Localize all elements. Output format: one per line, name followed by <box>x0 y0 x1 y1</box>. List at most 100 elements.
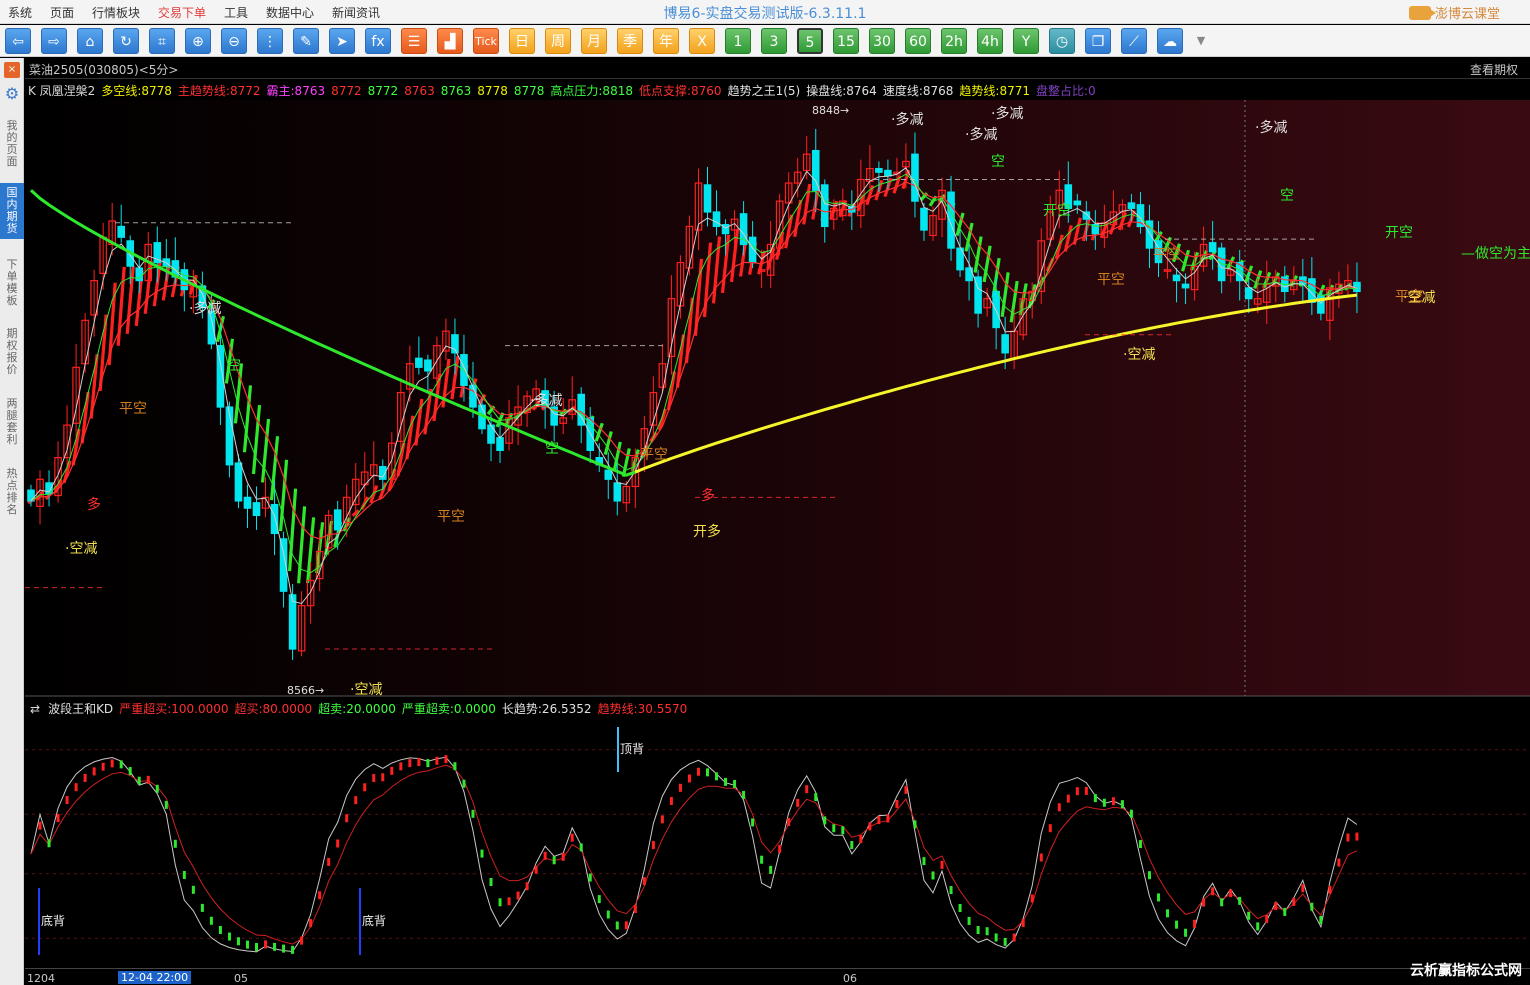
clock-icon[interactable]: ◷ <box>1049 28 1075 54</box>
menu-item-5[interactable]: 数据中心 <box>266 4 314 21</box>
kd-signal-mark <box>624 921 628 930</box>
kd-signal-mark <box>480 849 484 858</box>
sidebar-item-0[interactable]: 我的页面 <box>0 116 24 172</box>
kd-signal-mark <box>525 882 529 891</box>
kd-signal-mark <box>994 933 998 942</box>
kd-signal-mark <box>227 932 231 941</box>
fx-icon[interactable]: fx <box>365 28 391 54</box>
zoom-out-icon[interactable]: ⊖ <box>221 28 247 54</box>
period-y-icon[interactable]: Y <box>1013 28 1039 54</box>
legend-item: 超卖:20.0000 <box>318 702 396 716</box>
legend-item: 速度线:8768 <box>882 84 954 98</box>
arrow-right-icon[interactable]: ⇨ <box>41 28 67 54</box>
kd-signal-mark <box>56 814 60 823</box>
candle <box>469 384 477 408</box>
period-5-icon[interactable]: 5 <box>797 28 823 54</box>
period-30-icon[interactable]: 30 <box>869 28 895 54</box>
kd-signal-mark <box>534 865 538 874</box>
gear-icon[interactable]: ⚙ <box>3 85 21 103</box>
period-4h-icon[interactable]: 4h <box>977 28 1003 54</box>
year-icon[interactable]: 年 <box>653 28 679 54</box>
draw-line-icon[interactable]: ⟋ <box>1121 28 1147 54</box>
chart-canvas[interactable]: ·空减·多减平空空多8566→ ·空减平空·多减空 平空开多多8848→·多减·多减… <box>25 80 1530 968</box>
menu-item-0[interactable]: 系统 <box>8 4 32 21</box>
watermark: 云析赢指标公式网 <box>1410 963 1522 979</box>
candle <box>1127 202 1136 209</box>
chart-annotation: 8566→ <box>287 684 324 697</box>
menu-item-4[interactable]: 工具 <box>224 4 248 21</box>
kd-signal-mark <box>895 799 899 808</box>
kd-signal-mark <box>904 785 908 794</box>
kd-signal-mark <box>471 809 475 818</box>
cursor-icon[interactable]: ➤ <box>329 28 355 54</box>
brand-link[interactable]: 澎博云课堂 <box>1408 3 1500 22</box>
date-label: 1204 <box>27 972 55 985</box>
menu-item-2[interactable]: 行情板块 <box>92 4 140 21</box>
candle <box>1244 287 1253 300</box>
list-icon[interactable]: ☰ <box>401 28 427 54</box>
kd-signal-mark <box>363 783 367 792</box>
kd-signal-mark <box>1147 871 1151 880</box>
crop-icon[interactable]: ⌗ <box>149 28 175 54</box>
legend-item: 8763 <box>440 84 472 98</box>
candle <box>496 437 504 451</box>
view-options-link[interactable]: 查看期权 <box>1470 61 1518 78</box>
tick-icon[interactable]: Tick <box>473 28 499 54</box>
kd-signal-mark <box>588 873 592 882</box>
sidebar-item-3[interactable]: 期权报价 <box>0 324 24 380</box>
refresh-icon[interactable]: ↻ <box>113 28 139 54</box>
menu-item-3[interactable]: 交易下单 <box>158 4 206 21</box>
kd-signal-mark <box>255 943 258 952</box>
home-icon[interactable]: ⌂ <box>77 28 103 54</box>
menu-item-6[interactable]: 新闻资讯 <box>332 4 380 21</box>
zoom-in-icon[interactable]: ⊕ <box>185 28 211 54</box>
month-icon[interactable]: 月 <box>581 28 607 54</box>
period-3-icon[interactable]: 3 <box>761 28 787 54</box>
day-icon[interactable]: 日 <box>509 28 535 54</box>
formula-icon[interactable]: ⋮ <box>257 28 283 54</box>
layers-icon[interactable]: ❐ <box>1085 28 1111 54</box>
period-2h-icon[interactable]: 2h <box>941 28 967 54</box>
sidebar-item-4[interactable]: 两腿套利 <box>0 394 24 450</box>
period-15-icon[interactable]: 15 <box>833 28 859 54</box>
kd-signal-mark <box>1202 898 1206 907</box>
menu-bar: 系统 页面 行情板块 交易下单 工具 数据中心 新闻资讯 <box>0 0 1530 24</box>
pencil-icon[interactable]: ✎ <box>293 28 319 54</box>
sidebar-item-1[interactable]: 国内期货 <box>0 183 24 239</box>
kd-signal-mark <box>561 852 565 861</box>
kd-signal-mark <box>696 767 700 776</box>
chart-annotation: ·空减 <box>1403 290 1435 306</box>
dropdown-icon[interactable]: ▼ <box>1194 28 1208 54</box>
legend-item: 趋势线:30.5570 <box>597 702 688 716</box>
menu-item-1[interactable]: 页面 <box>50 4 74 21</box>
legend-item: 严重超买:100.0000 <box>119 702 229 716</box>
bar-chart-icon[interactable]: ▟ <box>437 28 463 54</box>
arrow-left-icon[interactable]: ⇦ <box>5 28 31 54</box>
cloud-upload-icon[interactable]: ☁ <box>1157 28 1183 54</box>
chart-annotation: 平空 <box>1097 272 1125 288</box>
candle <box>911 153 919 202</box>
chart-annotation: 平空 <box>1153 247 1181 263</box>
week-icon[interactable]: 周 <box>545 28 571 54</box>
candle <box>712 211 721 228</box>
kd-signal-mark <box>182 870 186 879</box>
kd-signal-mark <box>498 898 502 907</box>
kd-signal-mark <box>841 826 845 835</box>
legend-item: 主趋势线:8772 <box>177 84 261 98</box>
kd-signal-mark <box>399 762 403 771</box>
candle <box>1317 294 1325 314</box>
period-60-icon[interactable]: 60 <box>905 28 931 54</box>
season-icon[interactable]: 季 <box>617 28 643 54</box>
kd-signal-mark <box>336 839 340 848</box>
candle <box>333 509 342 531</box>
kd-signal-mark <box>1120 800 1124 809</box>
chart-annotation: 空 <box>545 441 559 457</box>
period-1-icon[interactable]: 1 <box>725 28 751 54</box>
sidebar-item-2[interactable]: 下单模板 <box>0 255 24 311</box>
x-period-icon[interactable]: X <box>689 28 715 54</box>
swap-icon[interactable]: ⇄ <box>30 702 40 716</box>
close-icon[interactable]: × <box>4 62 20 78</box>
kd-signal-mark <box>850 840 854 849</box>
sidebar-item-5[interactable]: 热点排名 <box>0 464 24 520</box>
chart-annotation: 开多 <box>693 523 721 540</box>
